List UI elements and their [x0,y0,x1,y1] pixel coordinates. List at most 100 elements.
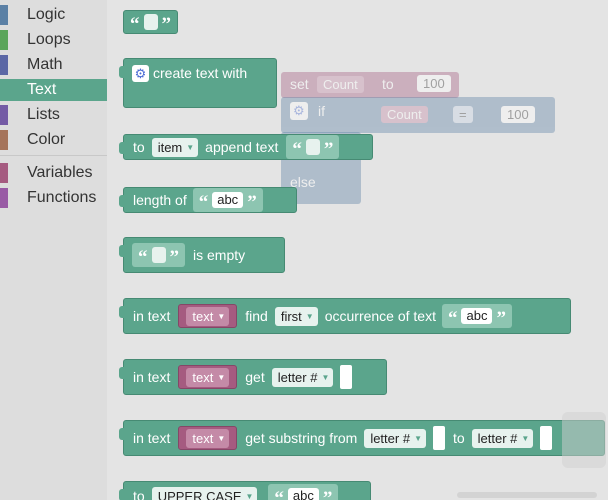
chevron-down-icon: ▼ [245,491,254,500]
dropdown-value: text [192,430,214,446]
case-dropdown[interactable]: UPPER CASE ▼ [151,486,258,500]
variable-dropdown[interactable]: text ▼ [186,367,230,387]
dropdown-value: letter # [370,430,411,446]
ghost-number: 100 [501,106,535,123]
category-label: Lists [27,106,60,123]
ghost-if-label: if [318,103,325,119]
change-case-block[interactable]: to UPPER CASE ▼ “ abc ” [119,481,371,500]
mode-dropdown[interactable]: first ▼ [274,306,318,326]
to-mode-dropdown[interactable]: letter # ▼ [471,428,534,448]
chevron-down-icon: ▼ [414,433,422,443]
dropdown-value: text [192,369,214,385]
block-label: in text [133,430,171,446]
get-letter-block[interactable]: in text text ▼ get letter # ▼ [119,359,387,395]
category-swatch [0,30,8,50]
block-label: to [452,430,465,446]
category-text[interactable]: Text [0,79,107,101]
mode-dropdown[interactable]: letter # ▼ [271,367,334,387]
category-label: Logic [27,6,66,23]
category-math[interactable]: Math [0,54,107,76]
category-variables[interactable]: Variables [0,162,107,184]
get-substring-block[interactable]: in text text ▼ get substring from letter … [119,420,605,456]
quote-open-icon: “ [292,138,302,160]
quote-open-icon: “ [447,307,458,329]
text-block[interactable]: “ abc ” [268,484,339,500]
category-logic[interactable]: Logic [0,4,107,26]
input-slot[interactable] [540,426,553,450]
quote-open-icon: “ [198,191,209,213]
dropdown-value: letter # [277,369,318,385]
horizontal-scrollbar[interactable] [457,492,597,498]
text-field[interactable]: abc [212,192,244,208]
category-label: Variables [27,164,93,181]
variable-block[interactable]: text ▼ [178,365,238,389]
length-of-block[interactable]: length of “ abc ” [119,187,297,213]
chevron-down-icon: ▼ [186,142,195,152]
text-block[interactable]: “ ” [123,10,178,34]
chevron-down-icon: ▼ [321,372,330,382]
text-field[interactable] [305,139,320,155]
category-label: Color [27,131,66,148]
category-label: Loops [27,31,71,48]
quote-close-icon: ” [247,191,257,213]
variable-dropdown[interactable]: item ▼ [151,137,199,157]
vertical-scrollbar[interactable] [562,412,606,468]
category-functions[interactable]: Functions [0,187,107,209]
text-block[interactable]: “ ” [132,243,185,267]
ghost-number: 100 [417,75,451,92]
category-swatch [0,55,8,75]
block-label: find [245,308,268,324]
create-text-with-block[interactable]: ⚙ create text with [119,58,277,108]
block-label: in text [133,369,171,385]
text-field[interactable]: abc [287,488,319,500]
text-field[interactable]: abc [461,308,493,324]
is-empty-block[interactable]: “ ” is empty [119,237,285,273]
category-label: Math [27,56,63,73]
flyout: set Count to 100 ⚙ if Count = 100 else “… [107,0,608,500]
from-mode-dropdown[interactable]: letter # ▼ [364,428,426,448]
ghost-set-block: set Count to 100 [281,72,459,98]
text-field[interactable] [151,247,166,263]
quote-open-icon: “ [138,246,148,268]
text-block[interactable]: “ abc ” [441,304,512,329]
dropdown-value: text [192,308,214,324]
text-block[interactable]: “ abc ” [192,188,263,213]
ghost-count-dropdown: Count [317,76,364,93]
category-swatch [0,188,8,208]
find-occurrence-block[interactable]: in text text ▼ find first ▼ occurrence of … [119,298,571,334]
variable-block[interactable]: text ▼ [178,426,238,450]
append-text-block[interactable]: to item ▼ append text “ ” [119,134,373,160]
block-label: get substring from [245,430,358,446]
block-label: in text [133,308,171,324]
text-block[interactable]: “ ” [286,135,340,160]
toolbox: Logic Loops Math Text Lists Color Variab… [0,0,107,500]
category-label: Text [27,81,57,98]
input-slot[interactable] [432,426,445,450]
variable-block[interactable]: text ▼ [178,304,238,328]
category-swatch [0,105,8,125]
ghost-eq-dropdown: = [453,106,473,123]
block-label: append text [205,139,279,155]
toolbox-separator [0,155,107,156]
category-loops[interactable]: Loops [0,29,107,51]
input-slot[interactable] [340,365,353,389]
block-label: to [133,488,145,500]
quote-close-icon: ” [322,487,333,500]
chevron-down-icon: ▼ [217,311,226,321]
block-label: is empty [193,247,246,263]
category-label: Functions [27,189,97,206]
block-label: occurrence of text [324,308,436,324]
variable-dropdown[interactable]: text ▼ [186,428,230,448]
category-swatch [0,163,8,183]
variable-dropdown[interactable]: text ▼ [186,306,230,326]
category-lists[interactable]: Lists [0,104,107,126]
ghost-count-dropdown: Count [381,106,428,123]
category-color[interactable]: Color [0,129,107,151]
text-field[interactable] [143,14,158,30]
quote-close-icon: ” [496,307,506,329]
gear-icon[interactable]: ⚙ [132,65,149,82]
category-swatch [0,130,8,150]
dropdown-value: item [157,139,183,155]
quote-close-icon: ” [323,138,334,160]
block-label: length of [133,192,187,208]
